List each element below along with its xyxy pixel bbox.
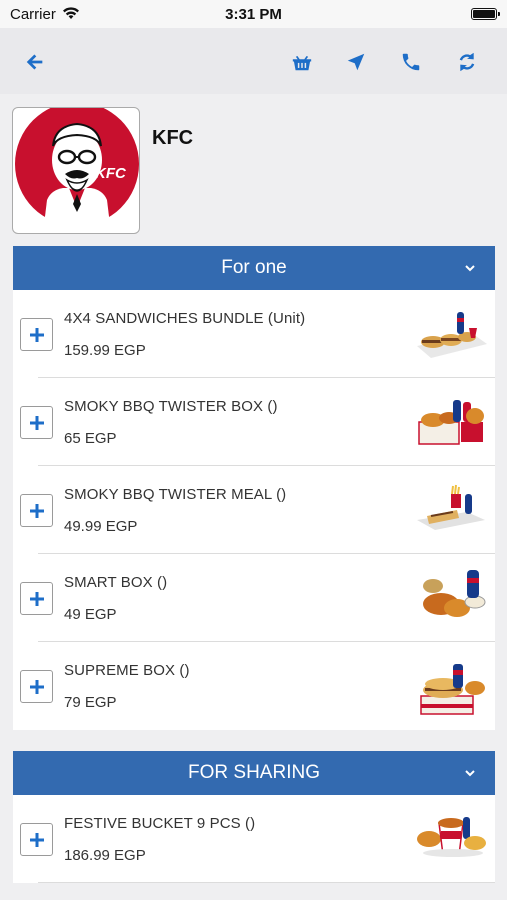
chevron-down-icon	[463, 259, 477, 273]
item-name: SUPREME BOX ()	[64, 662, 190, 679]
item-price: 49 EGP	[64, 606, 117, 623]
battery-icon	[471, 8, 500, 20]
basket-button[interactable]	[288, 48, 316, 76]
arrow-left-icon	[26, 54, 43, 70]
item-price: 65 EGP	[64, 430, 117, 447]
navigation-bar	[0, 28, 507, 94]
call-button[interactable]	[397, 48, 425, 76]
basket-icon	[292, 56, 312, 71]
item-name: SMART BOX ()	[64, 574, 168, 591]
item-image	[423, 570, 486, 617]
clock: 3:31 PM	[225, 6, 282, 23]
item-name: FESTIVE BUCKET 9 PCS ()	[64, 815, 256, 832]
menu-section-for-one: For one 4X4 SANDWICHES BUNDLE (Unit) 159…	[13, 246, 495, 730]
item-name: SMOKY BBQ TWISTER BOX ()	[64, 398, 278, 415]
item-price: 49.99 EGP	[64, 518, 138, 535]
menu-item[interactable]: SMART BOX () 49 EGP	[13, 554, 495, 642]
item-image	[420, 664, 485, 715]
add-to-cart-button[interactable]	[20, 582, 53, 615]
section-header[interactable]: FOR SHARING	[13, 751, 495, 795]
section-title: FOR SHARING	[188, 762, 320, 783]
logo-text: KFC	[95, 165, 127, 182]
menu-item[interactable]: FESTIVE BUCKET 9 PCS () 186.99 EGP	[13, 795, 495, 883]
plus-icon	[29, 591, 44, 606]
plus-icon	[29, 679, 44, 694]
item-image	[417, 817, 486, 857]
item-image	[417, 312, 487, 358]
restaurant-logo: KFC	[12, 107, 140, 234]
menu-section-for-sharing: FOR SHARING FESTIVE BUCKET 9 PCS () 186.…	[13, 751, 495, 883]
item-price: 186.99 EGP	[64, 847, 146, 864]
item-image	[417, 484, 485, 530]
menu-item[interactable]: SMOKY BBQ TWISTER BOX () 65 EGP	[13, 378, 495, 466]
menu-item[interactable]: SUPREME BOX () 79 EGP	[13, 642, 495, 730]
section-header[interactable]: For one	[13, 246, 495, 290]
chevron-down-icon	[463, 764, 477, 778]
status-bar: Carrier 3:31 PM	[0, 0, 507, 28]
add-to-cart-button[interactable]	[20, 318, 53, 351]
menu-item[interactable]: SMOKY BBQ TWISTER MEAL () 49.99 EGP	[13, 466, 495, 554]
menu-item[interactable]: 4X4 SANDWICHES BUNDLE (Unit) 159.99 EGP	[13, 290, 495, 378]
refresh-button[interactable]	[453, 48, 481, 76]
item-name: SMOKY BBQ TWISTER MEAL ()	[64, 486, 287, 503]
add-to-cart-button[interactable]	[20, 670, 53, 703]
plus-icon	[29, 327, 44, 342]
item-price: 159.99 EGP	[64, 342, 146, 359]
section-title: For one	[221, 257, 287, 278]
add-to-cart-button[interactable]	[20, 406, 53, 439]
location-button[interactable]	[342, 48, 370, 76]
restaurant-name: KFC	[152, 127, 194, 149]
location-arrow-icon	[347, 53, 365, 71]
item-price: 79 EGP	[64, 694, 117, 711]
refresh-icon	[459, 52, 475, 72]
plus-icon	[29, 832, 44, 847]
plus-icon	[29, 503, 44, 518]
back-button[interactable]	[21, 48, 49, 76]
phone-icon	[402, 53, 420, 71]
item-name: 4X4 SANDWICHES BUNDLE (Unit)	[64, 310, 306, 327]
add-to-cart-button[interactable]	[20, 494, 53, 527]
add-to-cart-button[interactable]	[20, 823, 53, 856]
plus-icon	[29, 415, 44, 430]
item-image	[418, 400, 484, 445]
